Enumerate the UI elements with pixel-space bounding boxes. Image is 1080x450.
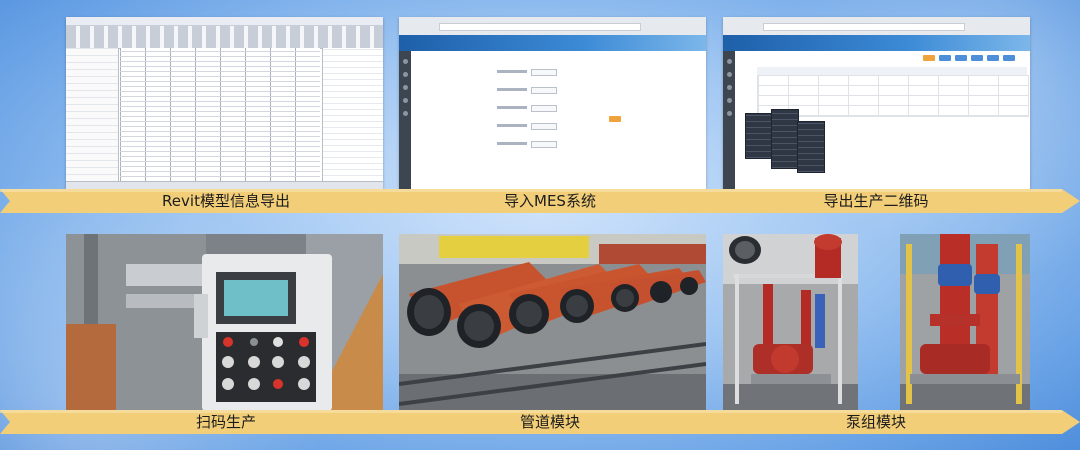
revit-ribbon-toolbar	[66, 26, 383, 49]
pump-module-photo-1	[723, 234, 858, 411]
revit-export-label: Revit模型信息导出	[162, 192, 290, 210]
browser-chrome	[723, 17, 1030, 36]
context-submenu-2	[797, 121, 825, 173]
pump-module-photo-2	[900, 234, 1030, 411]
pump-module-label: 泵组模块	[845, 413, 906, 431]
submit-button	[609, 116, 621, 122]
mes-sidebar	[399, 51, 411, 190]
revit-properties-panel	[66, 48, 119, 182]
top-flow-arrow: Revit模型信息导出 导入MES系统 导出生产二维码	[0, 189, 1080, 213]
address-bar	[439, 23, 641, 31]
mes-import-label: 导入MES系统	[504, 192, 596, 210]
mes-form-area	[411, 51, 706, 190]
scan-production-photo	[66, 234, 383, 411]
qr-export-label: 导出生产二维码	[823, 192, 929, 210]
pipe-module-label: 管道模块	[519, 413, 580, 431]
revit-title-bar	[66, 17, 383, 26]
bottom-flow-arrow: 扫码生产 管道模块 泵组模块	[0, 410, 1080, 434]
context-menu	[745, 113, 773, 159]
table-header	[757, 67, 1027, 75]
context-submenu	[771, 109, 799, 169]
browser-chrome	[399, 17, 706, 36]
revit-project-browser	[322, 48, 383, 182]
mes-sidebar	[723, 51, 735, 190]
mes-import-screenshot	[399, 17, 706, 190]
qr-code-export-screenshot	[723, 17, 1030, 190]
address-bar	[763, 23, 965, 31]
revit-model-export-screenshot	[66, 17, 383, 190]
pipe-module-photo	[399, 234, 706, 411]
production-table-area	[735, 51, 1030, 190]
revit-schedule-table	[120, 48, 320, 182]
mes-header-bar	[723, 35, 1030, 51]
scan-production-label: 扫码生产	[195, 413, 256, 431]
mes-header-bar	[399, 35, 706, 51]
